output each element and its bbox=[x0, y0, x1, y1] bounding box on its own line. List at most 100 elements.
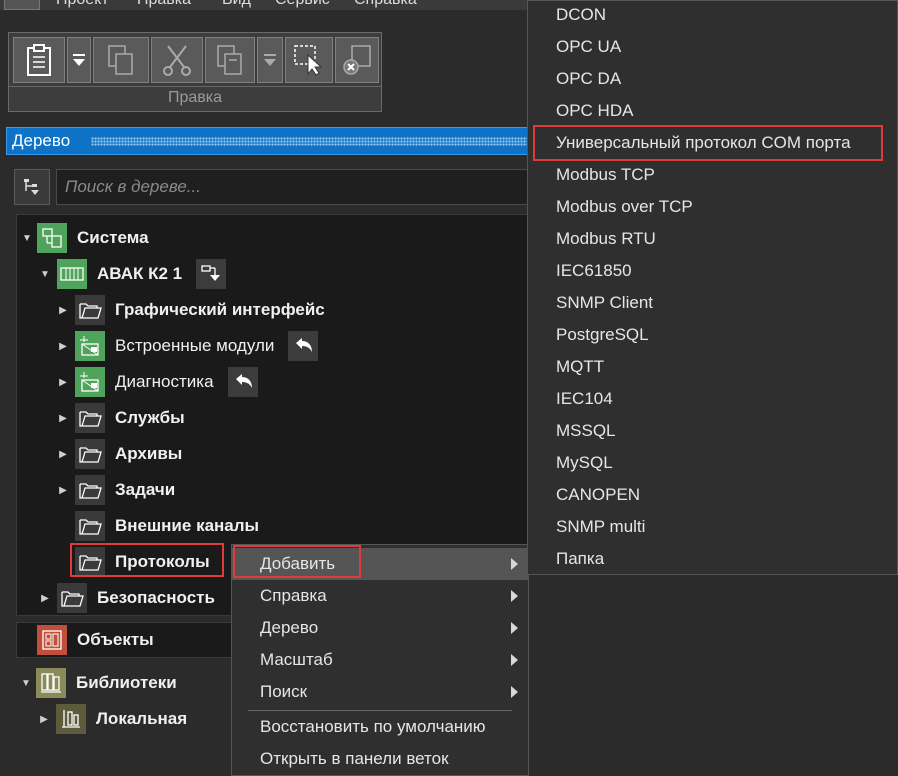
select-button[interactable] bbox=[285, 37, 333, 83]
tree-node-device[interactable]: ▼ АВАК К2 1 bbox=[39, 257, 227, 291]
tree-node-label: Диагностика bbox=[115, 372, 214, 391]
tree-filter-icon bbox=[24, 179, 39, 195]
submenu-item[interactable]: IEC104 bbox=[528, 383, 897, 415]
tree-node-label: Архивы bbox=[115, 444, 183, 463]
protocols-highlight bbox=[70, 543, 224, 577]
tree-node-libraries[interactable]: ▼ Библиотеки bbox=[20, 666, 177, 700]
menu-item-restore-default[interactable]: Восстановить по умолчанию bbox=[232, 711, 528, 743]
duplicate-icon bbox=[217, 45, 242, 75]
submenu-item[interactable]: MSSQL bbox=[528, 415, 897, 447]
toolbar-caption: Правка bbox=[9, 86, 381, 107]
tree-panel-header[interactable]: Дерево bbox=[6, 127, 536, 155]
submenu-item[interactable]: Папка bbox=[528, 543, 897, 575]
menu-project[interactable]: Проект bbox=[56, 0, 109, 9]
com-port-highlight bbox=[533, 125, 883, 161]
submenu-item[interactable]: MQTT bbox=[528, 351, 897, 383]
submenu-item[interactable]: OPC DA bbox=[528, 63, 897, 95]
tree-node-diagnostics[interactable]: ▶ Диагностика bbox=[57, 365, 258, 399]
home-icon[interactable] bbox=[4, 0, 40, 10]
cut-icon bbox=[163, 45, 191, 76]
tree-node-builtin-modules[interactable]: ▶ Встроенные модули bbox=[57, 329, 319, 363]
tree-node-external-channels[interactable]: Внешние каналы bbox=[69, 509, 259, 543]
folder-icon bbox=[57, 583, 87, 613]
tree-node-services[interactable]: ▶ Службы bbox=[57, 401, 185, 435]
duplicate-dropdown-button[interactable] bbox=[257, 37, 283, 83]
tree-node-archives[interactable]: ▶ Архивы bbox=[57, 437, 182, 471]
menu-view[interactable]: Вид bbox=[222, 0, 251, 9]
submenu-item[interactable]: PostgreSQL bbox=[528, 319, 897, 351]
expand-icon[interactable]: ▶ bbox=[57, 484, 69, 496]
submenu-item[interactable]: IEC61850 bbox=[528, 255, 897, 287]
submenu-item[interactable]: SNMP Client bbox=[528, 287, 897, 319]
add-submenu: DCON OPC UA OPC DA OPC HDA Универсальный… bbox=[527, 0, 898, 575]
expand-icon[interactable]: ▶ bbox=[57, 448, 69, 460]
collapse-icon[interactable]: ▼ bbox=[39, 268, 51, 280]
tree-node-tasks[interactable]: ▶ Задачи bbox=[57, 473, 175, 507]
add-highlight bbox=[233, 545, 361, 578]
submenu-item[interactable]: Modbus over TCP bbox=[528, 191, 897, 223]
collapse-icon[interactable]: ▼ bbox=[21, 232, 33, 244]
submenu-item[interactable]: SNMP multi bbox=[528, 511, 897, 543]
folder-icon bbox=[75, 511, 105, 541]
drag-grip[interactable] bbox=[91, 137, 529, 146]
expand-icon[interactable]: ▶ bbox=[57, 412, 69, 424]
collapse-icon[interactable]: ▼ bbox=[20, 677, 32, 689]
copy-button[interactable] bbox=[93, 37, 149, 83]
tree-node-label: Задачи bbox=[115, 480, 176, 499]
tree-node-system[interactable]: ▼ Система bbox=[21, 221, 149, 255]
system-icon bbox=[37, 223, 67, 253]
tree-node-security[interactable]: ▶ Безопасность bbox=[39, 581, 215, 615]
tree-node-label: Локальная bbox=[96, 709, 188, 728]
submenu-item[interactable]: CANOPEN bbox=[528, 479, 897, 511]
menu-help[interactable]: Справка bbox=[354, 0, 417, 9]
expand-icon[interactable]: ▶ bbox=[57, 304, 69, 316]
tree-node-label: Внешние каналы bbox=[115, 516, 260, 535]
submenu-item[interactable]: MySQL bbox=[528, 447, 897, 479]
panel-title: Дерево bbox=[12, 131, 71, 150]
submenu-arrow-icon bbox=[511, 654, 518, 666]
expand-icon[interactable]: ▶ bbox=[38, 713, 50, 725]
submenu-arrow-icon bbox=[511, 590, 518, 602]
paste-dropdown-button[interactable] bbox=[67, 37, 91, 83]
menu-item-search[interactable]: Поиск bbox=[232, 676, 528, 708]
menu-item-tree[interactable]: Дерево bbox=[232, 612, 528, 644]
objects-icon bbox=[37, 625, 67, 655]
expand-icon[interactable]: ▶ bbox=[39, 592, 51, 604]
undo-icon[interactable] bbox=[227, 367, 258, 397]
submenu-arrow-icon bbox=[511, 686, 518, 698]
menu-item-scale[interactable]: Масштаб bbox=[232, 644, 528, 676]
delete-icon bbox=[343, 45, 371, 75]
cut-button[interactable] bbox=[151, 37, 203, 83]
filter-button[interactable] bbox=[14, 169, 50, 205]
submenu-item[interactable]: Modbus RTU bbox=[528, 223, 897, 255]
submenu-arrow-icon bbox=[511, 558, 518, 570]
tree-node-gui[interactable]: ▶ Графический интерфейс bbox=[57, 293, 325, 327]
submenu-item[interactable]: Modbus TCP bbox=[528, 159, 897, 191]
tree-node-label: Встроенные модули bbox=[115, 336, 275, 355]
duplicate-button[interactable] bbox=[205, 37, 255, 83]
section-label: Объекты bbox=[77, 630, 154, 649]
undo-icon[interactable] bbox=[288, 331, 319, 361]
tree-node-label: Система bbox=[77, 228, 149, 247]
menu-item-open-in-branch-panel[interactable]: Открыть в панели веток bbox=[232, 743, 528, 775]
menu-service[interactable]: Сервис bbox=[275, 0, 330, 9]
local-library-icon bbox=[56, 704, 86, 734]
controller-icon bbox=[57, 259, 87, 289]
folder-icon bbox=[75, 403, 105, 433]
menu-item-help[interactable]: Справка bbox=[232, 580, 528, 612]
search-input[interactable] bbox=[56, 169, 534, 205]
expand-icon[interactable]: ▶ bbox=[57, 340, 69, 352]
dropdown-icon bbox=[73, 54, 85, 66]
paste-button[interactable] bbox=[13, 37, 65, 83]
submenu-item[interactable]: DCON bbox=[528, 0, 897, 31]
expand-icon[interactable]: ▶ bbox=[57, 376, 69, 388]
delete-button[interactable] bbox=[335, 37, 379, 83]
edit-toolbar: Правка bbox=[8, 32, 382, 112]
submenu-item[interactable]: OPC UA bbox=[528, 31, 897, 63]
menu-edit[interactable]: Правка bbox=[137, 0, 191, 9]
tree-node-local-library[interactable]: ▶ Локальная bbox=[38, 702, 187, 736]
connect-icon[interactable] bbox=[196, 259, 227, 289]
tree-node-label: Службы bbox=[115, 408, 185, 427]
submenu-item[interactable]: OPC HDA bbox=[528, 95, 897, 127]
diagnostics-icon bbox=[75, 367, 105, 397]
